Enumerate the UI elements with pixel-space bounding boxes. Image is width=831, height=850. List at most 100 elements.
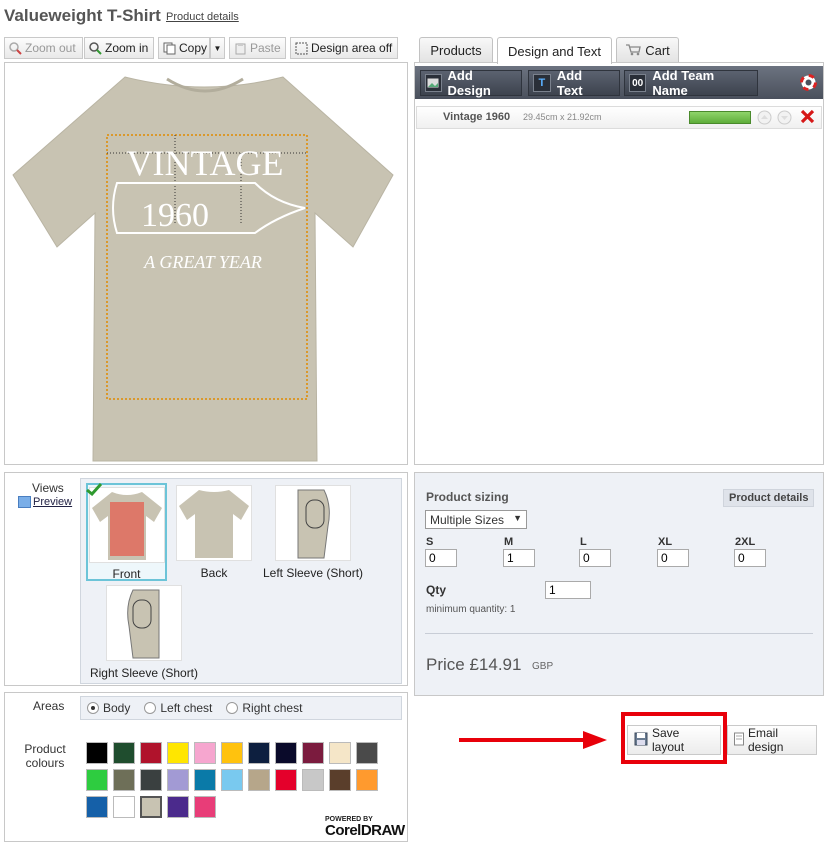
zoom-out-button[interactable]: Zoom out <box>4 37 83 59</box>
view-left-sleeve-thumb <box>275 485 351 561</box>
tab-cart-label: Cart <box>645 43 670 58</box>
view-front-label: Front <box>112 567 141 581</box>
size-2xl-input[interactable] <box>734 549 766 567</box>
tshirt-preview: VINTAGE 1960 A GREAT YEAR <box>12 76 394 462</box>
layer-dimensions: 29.45cm x 21.92cm <box>523 112 602 122</box>
delete-icon[interactable] <box>800 109 815 127</box>
colour-swatch[interactable] <box>356 742 378 764</box>
colour-swatch[interactable] <box>275 769 297 791</box>
sizing-mode-select[interactable]: Multiple Sizes ▼ <box>425 510 527 529</box>
colour-swatch[interactable] <box>86 742 108 764</box>
colour-swatch[interactable] <box>329 742 351 764</box>
product-colours-label-line1: Product <box>24 742 66 756</box>
colour-swatch[interactable] <box>329 769 351 791</box>
product-colours-label-line2: colours <box>25 756 65 770</box>
add-team-name-label: Add Team Name <box>652 68 715 98</box>
view-right-sleeve[interactable]: Right Sleeve (Short) <box>86 585 202 680</box>
paste-button[interactable]: Paste <box>229 37 286 59</box>
colour-swatch[interactable] <box>140 742 162 764</box>
areas-options: Body Left chest Right chest <box>80 696 402 720</box>
copy-dropdown-button[interactable]: ▼ <box>210 37 225 59</box>
view-back[interactable]: Back <box>174 485 254 580</box>
product-colours-label: Product colours <box>22 742 68 770</box>
size-xl-label: XL <box>658 536 673 548</box>
colour-swatch[interactable] <box>221 742 243 764</box>
coreldraw-logo: POWERED BY CorelDRAW <box>325 816 405 838</box>
cart-icon <box>625 43 642 59</box>
colour-swatch[interactable] <box>140 796 162 818</box>
qty-input[interactable] <box>545 581 591 599</box>
preview-link[interactable]: Preview <box>33 496 72 508</box>
size-m-input[interactable] <box>503 549 535 567</box>
colour-swatch[interactable] <box>167 742 189 764</box>
colour-swatch[interactable] <box>221 769 243 791</box>
colour-swatch[interactable] <box>140 769 162 791</box>
colour-swatch[interactable] <box>302 769 324 791</box>
colour-swatch[interactable] <box>113 742 135 764</box>
zoom-out-label: Zoom out <box>25 41 76 55</box>
chevron-down-icon: ▼ <box>213 43 222 53</box>
design-area-icon <box>295 42 308 55</box>
move-up-icon[interactable] <box>757 110 772 128</box>
colour-swatch[interactable] <box>113 769 135 791</box>
colour-swatch[interactable] <box>248 769 270 791</box>
design-area-toggle[interactable]: Design area off <box>290 37 398 59</box>
size-s-input[interactable] <box>425 549 457 567</box>
add-design-button[interactable]: Add Design <box>420 68 522 98</box>
tab-design-and-text[interactable]: Design and Text <box>497 37 612 64</box>
colour-swatch[interactable] <box>275 742 297 764</box>
layer-progress-bar <box>689 111 751 124</box>
area-right-chest-radio[interactable]: Right chest <box>226 701 302 715</box>
add-text-button[interactable]: T Add Text <box>528 68 620 98</box>
colour-swatch[interactable] <box>194 742 216 764</box>
layer-row[interactable]: Vintage 1960 29.45cm x 21.92cm <box>416 106 822 129</box>
colour-swatch[interactable] <box>167 796 189 818</box>
size-l-label: L <box>580 536 587 548</box>
view-left-sleeve[interactable]: Left Sleeve (Short) <box>258 485 368 580</box>
help-lifebuoy-icon[interactable] <box>800 74 817 94</box>
copy-label: Copy <box>179 41 208 55</box>
product-details-link[interactable]: Product details <box>166 11 239 23</box>
image-icon <box>425 74 442 92</box>
copy-icon <box>163 42 176 55</box>
colour-swatch[interactable] <box>86 769 108 791</box>
highlight-box-annotation <box>621 712 727 764</box>
price-currency: GBP <box>532 661 554 672</box>
artwork-line2: 1960 <box>141 197 209 234</box>
size-xl-input[interactable] <box>657 549 689 567</box>
product-details-button[interactable]: Product details <box>723 489 815 507</box>
colour-swatch[interactable] <box>113 796 135 818</box>
colour-swatch[interactable] <box>248 742 270 764</box>
colour-swatch[interactable] <box>167 769 189 791</box>
minimum-quantity-text: minimum quantity: 1 <box>426 604 516 615</box>
colour-swatch[interactable] <box>194 796 216 818</box>
zoom-in-label: Zoom in <box>105 41 149 55</box>
area-body-radio[interactable]: Body <box>87 701 130 715</box>
colour-swatch[interactable] <box>194 769 216 791</box>
move-down-icon[interactable] <box>777 110 792 128</box>
layer-name: Vintage 1960 <box>443 111 511 123</box>
zoom-in-icon <box>89 41 102 55</box>
area-left-chest-radio[interactable]: Left chest <box>144 701 212 715</box>
views-label: Views <box>32 481 64 495</box>
colour-swatch[interactable] <box>356 769 378 791</box>
view-back-label: Back <box>200 566 228 580</box>
size-m-label: M <box>504 536 514 548</box>
email-design-button[interactable]: Email design <box>727 725 817 755</box>
qty-label: Qty <box>426 583 447 597</box>
size-l-input[interactable] <box>579 549 611 567</box>
add-design-label: Add Design <box>447 68 491 98</box>
text-icon: T <box>533 74 551 92</box>
tab-cart[interactable]: Cart <box>616 37 679 63</box>
tab-products[interactable]: Products <box>419 37 493 63</box>
radio-checked-icon <box>87 702 99 714</box>
zoom-in-button[interactable]: Zoom in <box>84 37 154 59</box>
product-sizing-panel: Product sizing Product details Multiple … <box>414 472 824 696</box>
divider <box>425 633 813 634</box>
page-title: Valueweight T-Shirt <box>4 6 161 25</box>
add-team-name-button[interactable]: 00 Add Team Name <box>624 68 758 98</box>
colour-swatch[interactable] <box>86 796 108 818</box>
copy-button[interactable]: Copy <box>158 37 210 59</box>
design-canvas[interactable]: VINTAGE 1960 A GREAT YEAR <box>4 62 408 465</box>
colour-swatch[interactable] <box>302 742 324 764</box>
